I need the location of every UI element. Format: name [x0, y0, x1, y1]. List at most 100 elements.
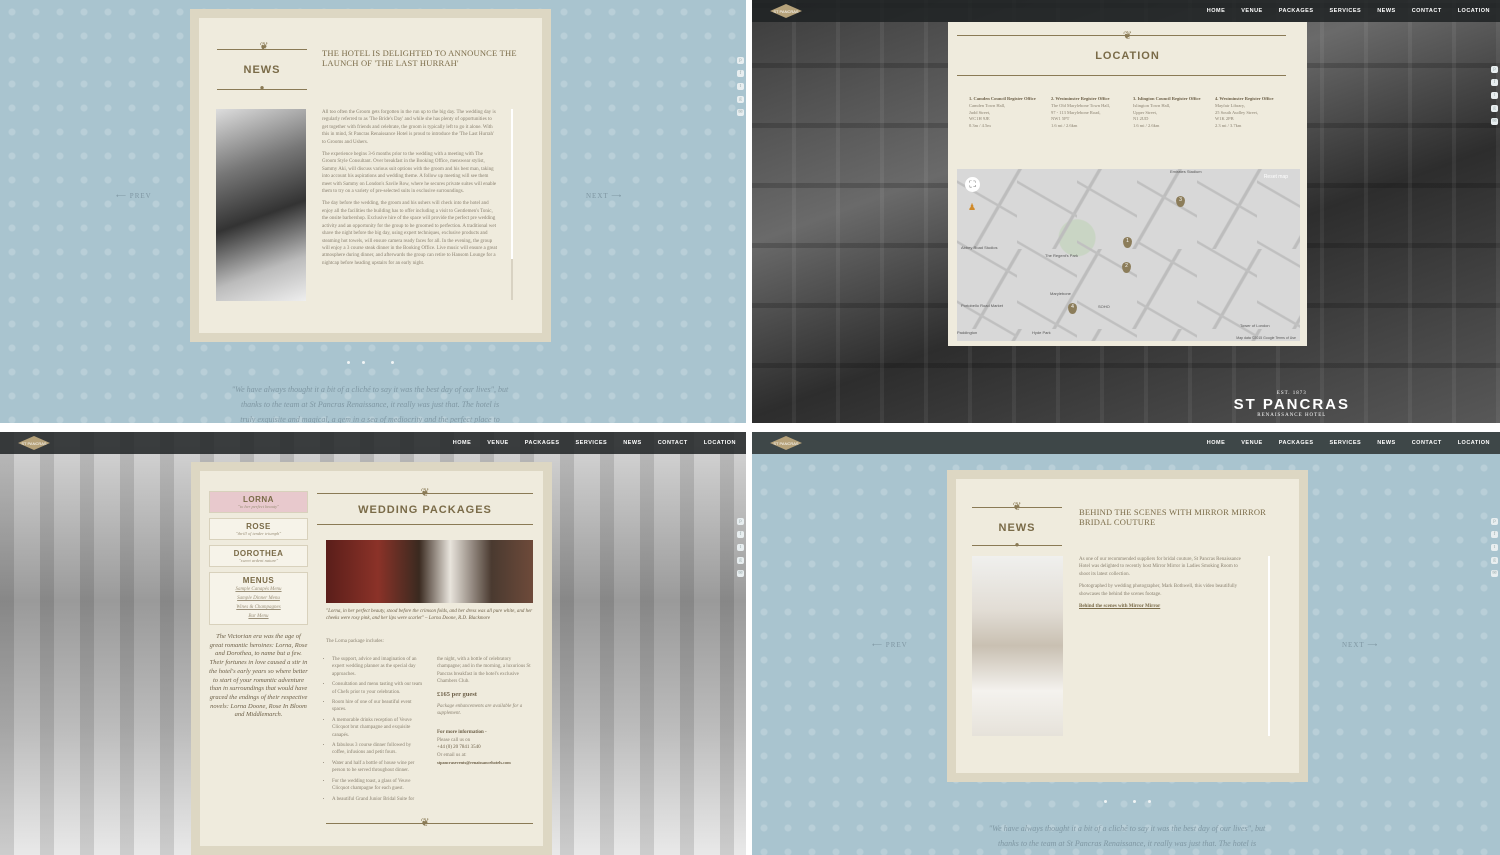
map-pin-icon[interactable]: 4 — [1068, 303, 1077, 314]
map-label: Hyde Park — [1032, 330, 1051, 335]
next-button[interactable]: NEXT ⟶ — [1342, 641, 1378, 649]
prev-button[interactable]: ⟵ PREV — [872, 641, 908, 649]
facebook-icon[interactable]: f — [737, 70, 744, 77]
dot[interactable] — [362, 361, 365, 364]
section-title: NEWS — [998, 522, 1036, 534]
email-icon[interactable]: ✉ — [1491, 570, 1498, 577]
nav-venue[interactable]: VENUE — [1241, 8, 1262, 14]
office-1: 1. Camden Council Register Office Camden … — [969, 96, 1044, 130]
twitter-icon[interactable]: t — [737, 544, 744, 551]
package-name: DOROTHEA — [233, 549, 284, 558]
nav-packages[interactable]: PACKAGES — [1279, 440, 1314, 446]
reset-map-button[interactable]: Reset map — [1264, 174, 1288, 180]
social-bar: p f t g ✉ — [1491, 518, 1498, 577]
scrollbar[interactable] — [511, 109, 513, 300]
nav-location[interactable]: LOCATION — [1458, 8, 1490, 14]
nav-home[interactable]: HOME — [453, 440, 472, 446]
top-nav: ST PANCRAS HOME VENUE PACKAGES SERVICES … — [752, 0, 1500, 22]
map-label: Portobello Road Market — [961, 303, 1004, 308]
quote-line: thanks to the team at St Pancras Renaiss… — [240, 400, 500, 409]
pinterest-icon[interactable]: p — [1491, 518, 1498, 525]
nav-venue[interactable]: VENUE — [1241, 440, 1262, 446]
google-plus-icon[interactable]: g — [737, 557, 744, 564]
package-lorna[interactable]: LORNA "to her perfect beauty" — [209, 491, 308, 513]
nav-contact[interactable]: CONTACT — [1412, 440, 1442, 446]
dot[interactable] — [1133, 800, 1136, 803]
location-map[interactable]: ⛶ ♟ Reset map Emirates Stadium The Regen… — [957, 169, 1300, 341]
nav-home[interactable]: HOME — [1207, 440, 1226, 446]
packages-card-frame: LORNA "to her perfect beauty" ROSE "thrill… — [191, 462, 552, 855]
hotel-logo[interactable]: ST PANCRAS — [18, 436, 50, 450]
email-icon[interactable]: ✉ — [737, 570, 744, 577]
contact-email[interactable]: stpancrasevents@renaissancehotels.com — [437, 759, 533, 766]
facebook-icon[interactable]: f — [737, 531, 744, 538]
nav-packages[interactable]: PACKAGES — [525, 440, 560, 446]
nav-contact[interactable]: CONTACT — [1412, 8, 1442, 14]
email-icon[interactable]: ✉ — [737, 109, 744, 116]
prev-button[interactable]: ⟵ PREV — [116, 192, 152, 200]
google-plus-icon[interactable]: g — [1491, 105, 1498, 112]
menu-link[interactable]: Wines & Champagnes — [210, 603, 307, 612]
office-line: N1 2UD — [1133, 116, 1149, 122]
contact-phone[interactable]: +44 (0) 20 7841 3540 — [437, 744, 533, 751]
office-name: 1. Camden Council Register Office — [969, 96, 1036, 101]
nav-services[interactable]: SERVICES — [1329, 440, 1361, 446]
slider-dots[interactable] — [347, 361, 394, 364]
map-label: Abbey Road Studios — [961, 245, 998, 250]
news-link[interactable]: Behind the scenes with Mirror Mirror — [1079, 603, 1244, 610]
office-line: Mayfair Library, — [1215, 102, 1245, 108]
nav-services[interactable]: SERVICES — [575, 440, 607, 446]
package-caption: "Lorna, in her perfect beauty, stood bef… — [326, 609, 533, 621]
dot[interactable] — [1148, 800, 1151, 803]
quadrant-news-top: ❦ NEWS ● THE HOTEL IS DELIGHTED TO ANNOU… — [0, 0, 746, 423]
office-name: 4. Westminster Register Office — [1215, 96, 1274, 101]
google-plus-icon[interactable]: g — [1491, 557, 1498, 564]
google-plus-icon[interactable]: g — [737, 96, 744, 103]
menu-link[interactable]: Bar Menu — [210, 612, 307, 621]
quadrant-news-bottom: ST PANCRAS HOME VENUE PACKAGES SERVICES … — [752, 432, 1500, 855]
package-dorothea[interactable]: DOROTHEA "sweet ardent nature" — [209, 545, 308, 567]
hotel-logo[interactable]: ST PANCRAS — [770, 436, 802, 450]
package-list-item: A memorable drinks reception of Veuve Cl… — [332, 717, 426, 739]
dot[interactable] — [391, 361, 394, 364]
pinterest-icon[interactable]: p — [737, 57, 744, 64]
nav-location[interactable]: LOCATION — [1458, 440, 1490, 446]
nav-packages[interactable]: PACKAGES — [1279, 8, 1314, 14]
office-line: Camden Town Hall, — [969, 102, 1006, 108]
slider-dots[interactable] — [1104, 800, 1151, 803]
email-icon[interactable]: ✉ — [1491, 118, 1498, 125]
news-paragraph: The experience begins 3-6 months prior t… — [322, 152, 497, 195]
menu-link[interactable]: Sample Dinner Menu — [210, 594, 307, 603]
package-rose[interactable]: ROSE "thrill of tender triumph" — [209, 518, 308, 540]
map-pin-icon[interactable]: 2 — [1122, 262, 1131, 273]
nav-services[interactable]: SERVICES — [1329, 8, 1361, 14]
fullscreen-icon[interactable]: ⛶ — [965, 177, 980, 192]
map-pin-icon[interactable]: 1 — [1123, 237, 1132, 248]
twitter-icon[interactable]: t — [1491, 92, 1498, 99]
map-pin-icon[interactable]: 3 — [1176, 196, 1185, 207]
twitter-icon[interactable]: t — [737, 83, 744, 90]
dot[interactable] — [347, 361, 350, 364]
twitter-icon[interactable]: t — [1491, 544, 1498, 551]
pegman-icon[interactable]: ♟ — [968, 202, 976, 213]
nav-home[interactable]: HOME — [1207, 8, 1226, 14]
nav-location[interactable]: LOCATION — [704, 440, 736, 446]
facebook-icon[interactable]: f — [1491, 79, 1498, 86]
nav-news[interactable]: NEWS — [1377, 8, 1396, 14]
nav-contact[interactable]: CONTACT — [658, 440, 688, 446]
nav-news[interactable]: NEWS — [623, 440, 642, 446]
map-attribution: Map data ©2015 Google Terms of Use — [1236, 336, 1296, 340]
hotel-logo[interactable]: ST PANCRAS — [770, 4, 802, 18]
nav-news[interactable]: NEWS — [1377, 440, 1396, 446]
news-body: All too often the Groom gets forgotten i… — [322, 109, 497, 300]
office-line: WC1H 9JE — [969, 116, 990, 122]
menu-link[interactable]: Sample Canapés Menu — [210, 585, 307, 594]
section-title: LOCATION — [1095, 50, 1160, 62]
scrollbar[interactable] — [1268, 556, 1270, 736]
facebook-icon[interactable]: f — [1491, 531, 1498, 538]
pinterest-icon[interactable]: p — [737, 518, 744, 525]
next-button[interactable]: NEXT ⟶ — [586, 192, 622, 200]
nav-venue[interactable]: VENUE — [487, 440, 508, 446]
dot[interactable] — [1104, 800, 1107, 803]
pinterest-icon[interactable]: p — [1491, 66, 1498, 73]
